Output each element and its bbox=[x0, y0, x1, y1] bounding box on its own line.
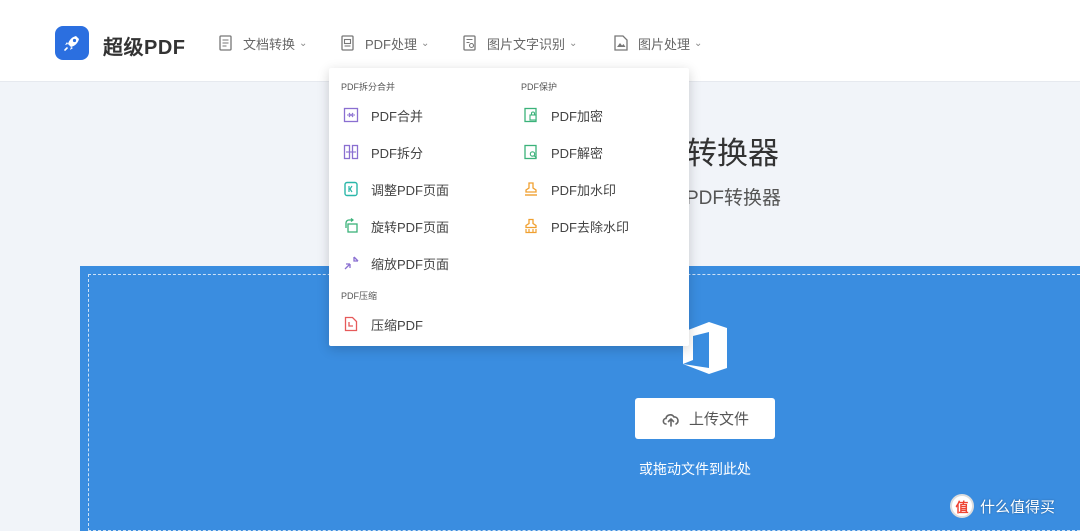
watermark-logo-icon: 值 bbox=[950, 494, 974, 518]
rotate-icon bbox=[345, 218, 358, 233]
menu-item-remove-watermark[interactable]: PDF去除水印 bbox=[523, 215, 629, 237]
remove-watermark-icon bbox=[525, 218, 537, 234]
menu-item-label: 旋转PDF页面 bbox=[371, 219, 450, 235]
nav-pdf-process[interactable]: PDF处理 ⌄ bbox=[341, 33, 429, 53]
image-file-icon bbox=[614, 35, 628, 51]
scale-icon bbox=[344, 256, 359, 270]
nav-document-convert[interactable]: 文档转换 ⌄ bbox=[219, 33, 307, 53]
menu-item-label: PDF去除水印 bbox=[551, 219, 630, 235]
decrypt-icon bbox=[524, 144, 537, 160]
chevron-down-icon: ⌄ bbox=[299, 37, 308, 49]
cloud-upload-icon bbox=[662, 413, 679, 427]
merge-icon bbox=[343, 107, 359, 123]
menu-item-add-watermark[interactable]: PDF加水印 bbox=[523, 178, 616, 200]
nav-label: 图片文字识别 bbox=[487, 36, 566, 52]
chevron-down-icon: ⌄ bbox=[694, 37, 703, 49]
menu-item-pdf-merge[interactable]: PDF合并 bbox=[343, 104, 423, 126]
menu-item-pdf-decrypt[interactable]: PDF解密 bbox=[523, 141, 603, 163]
rocket-logo-icon[interactable] bbox=[55, 26, 89, 60]
menu-item-label: PDF拆分 bbox=[371, 145, 424, 161]
site-watermark: 值 什么值得买 bbox=[950, 494, 1055, 518]
menu-item-scale-pages[interactable]: 缩放PDF页面 bbox=[343, 252, 449, 274]
group-title-split-merge: PDF拆分合并 bbox=[341, 82, 396, 92]
menu-item-pdf-encrypt[interactable]: PDF加密 bbox=[523, 104, 603, 126]
nav-label: 图片处理 bbox=[638, 36, 691, 52]
menu-item-adjust-pages[interactable]: 调整PDF页面 bbox=[343, 178, 449, 200]
pdf-file-icon bbox=[341, 35, 354, 51]
nav-image-process[interactable]: 图片处理 ⌄ bbox=[614, 33, 702, 53]
menu-item-label: PDF解密 bbox=[551, 145, 604, 161]
group-title-compress: PDF压缩 bbox=[341, 291, 378, 301]
menu-item-label: 压缩PDF bbox=[371, 317, 424, 333]
menu-item-label: PDF加密 bbox=[551, 108, 604, 124]
document-icon bbox=[219, 35, 232, 51]
adjust-pages-icon bbox=[344, 181, 358, 197]
nav-image-ocr[interactable]: 图片文字识别 ⌄ bbox=[463, 33, 577, 53]
hero-title: 转换器 bbox=[686, 136, 779, 171]
menu-item-rotate-pages[interactable]: 旋转PDF页面 bbox=[343, 215, 449, 237]
compress-pdf-icon bbox=[344, 316, 358, 332]
menu-item-label: PDF加水印 bbox=[551, 182, 617, 198]
watermark-text: 什么值得买 bbox=[980, 498, 1056, 516]
group-title-protect: PDF保护 bbox=[521, 82, 558, 92]
hero-subtitle: PDF转换器 bbox=[686, 188, 782, 209]
drag-hint-text: 或拖动文件到此处 bbox=[639, 461, 751, 477]
ocr-document-icon bbox=[463, 35, 476, 51]
upload-file-button[interactable]: 上传文件 bbox=[635, 398, 775, 439]
nav-label: PDF处理 bbox=[365, 36, 418, 52]
split-icon bbox=[343, 144, 359, 160]
menu-item-label: PDF合并 bbox=[371, 108, 424, 124]
pdf-process-dropdown-menu: PDF拆分合并 PDF合并 PDF拆分 调整PDF页面 旋转PDF页面 缩放PD… bbox=[329, 68, 689, 346]
encrypt-icon bbox=[524, 107, 537, 123]
nav-label: 文档转换 bbox=[243, 36, 296, 52]
chevron-down-icon: ⌄ bbox=[569, 37, 578, 49]
brand-name[interactable]: 超级PDF bbox=[103, 31, 186, 60]
upload-button-label: 上传文件 bbox=[688, 411, 749, 428]
chevron-down-icon: ⌄ bbox=[421, 37, 430, 49]
menu-item-pdf-split[interactable]: PDF拆分 bbox=[343, 141, 423, 163]
stamp-icon bbox=[525, 182, 537, 196]
menu-item-label: 缩放PDF页面 bbox=[371, 256, 450, 272]
menu-item-compress-pdf[interactable]: 压缩PDF bbox=[343, 313, 423, 335]
menu-item-label: 调整PDF页面 bbox=[371, 182, 450, 198]
